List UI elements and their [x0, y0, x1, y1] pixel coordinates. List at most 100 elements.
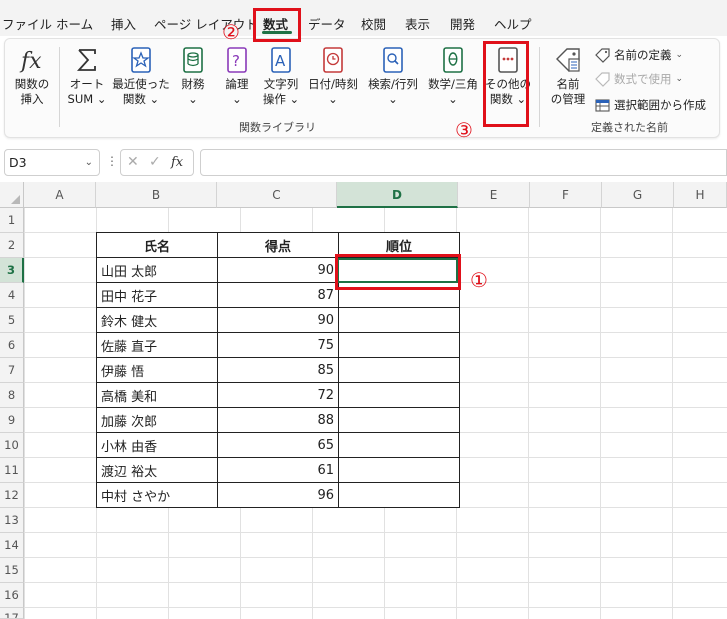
name-manager-button[interactable]: 名前 の管理 — [545, 45, 591, 107]
autosum-button[interactable]: オート SUM ⌄ — [65, 45, 109, 107]
rank-cell[interactable] — [338, 457, 460, 483]
star-book-icon — [131, 47, 151, 73]
tab-page-layout[interactable]: ページ レイアウト — [154, 14, 258, 33]
math-trig-button[interactable]: 数学/三角 ⌄ — [425, 45, 481, 107]
row-header[interactable]: 16 — [0, 583, 24, 608]
column-header-f[interactable]: F — [530, 182, 602, 208]
column-header-b[interactable]: B — [96, 182, 217, 208]
table-row: 高橋 美和 72 — [96, 382, 460, 408]
spreadsheet-grid: A B C D E F G H 1 2 3 4 5 6 7 8 9 10 11 … — [0, 182, 727, 619]
more-options-icon[interactable]: ⋮ — [106, 154, 118, 168]
date-time-button[interactable]: 日付/時刻 ⌄ — [305, 45, 361, 107]
name-cell[interactable]: 伊藤 悟 — [96, 357, 218, 383]
text-functions-button[interactable]: A 文字列 操作 ⌄ — [261, 45, 301, 107]
insert-function-button[interactable]: fx 関数の 挿入 — [11, 45, 53, 107]
row-header[interactable]: 8 — [0, 383, 24, 408]
recently-used-button[interactable]: 最近使った 関数 ⌄ — [111, 45, 171, 107]
score-cell[interactable]: 87 — [217, 282, 339, 308]
financial-book-icon — [183, 47, 203, 73]
rank-cell[interactable] — [338, 307, 460, 333]
rank-cell[interactable] — [338, 332, 460, 358]
row-header[interactable]: 4 — [0, 283, 24, 308]
svg-text:?: ? — [232, 52, 240, 70]
rank-cell[interactable] — [338, 482, 460, 508]
score-cell[interactable]: 90 — [217, 307, 339, 333]
ribbon: fx 関数の 挿入 オート SUM ⌄ 最近使った 関数 ⌄ 財務 ⌄ ? 論理… — [4, 38, 720, 138]
tab-review[interactable]: 校閲 — [361, 14, 386, 33]
tab-insert[interactable]: 挿入 — [111, 14, 136, 33]
row-header[interactable]: 15 — [0, 558, 24, 583]
header-score[interactable]: 得点 — [217, 232, 339, 258]
rank-cell[interactable] — [338, 407, 460, 433]
rank-cell[interactable] — [338, 432, 460, 458]
row-header[interactable]: 10 — [0, 433, 24, 458]
name-cell[interactable]: 田中 花子 — [96, 282, 218, 308]
name-cell[interactable]: 小林 由香 — [96, 432, 218, 458]
menu-bar: ファイル ホーム 挿入 ページ レイアウト 数式 データ 校閲 表示 開発 ヘル… — [0, 0, 727, 36]
rank-cell[interactable] — [338, 382, 460, 408]
score-cell[interactable]: 61 — [217, 457, 339, 483]
row-header[interactable]: 6 — [0, 333, 24, 358]
define-name-button[interactable]: 名前の定義 ⌄ — [595, 47, 683, 63]
row-header[interactable]: 13 — [0, 508, 24, 533]
tab-data[interactable]: データ — [308, 14, 346, 33]
score-cell[interactable]: 85 — [217, 357, 339, 383]
function-library-group-label: 関数ライブラリ — [239, 121, 316, 134]
score-cell[interactable]: 88 — [217, 407, 339, 433]
row-header[interactable]: 7 — [0, 358, 24, 383]
rank-cell[interactable] — [338, 357, 460, 383]
fx-icon: fx — [19, 49, 42, 74]
row-header[interactable]: 5 — [0, 308, 24, 333]
cancel-icon[interactable]: ✕ — [127, 154, 139, 170]
step1-marker: ① — [470, 268, 488, 292]
search-book-icon — [383, 47, 403, 73]
score-cell[interactable]: 90 — [217, 257, 339, 283]
name-cell[interactable]: 山田 太郎 — [96, 257, 218, 283]
row-header[interactable]: 11 — [0, 458, 24, 483]
enter-icon[interactable]: ✓ — [149, 154, 161, 170]
lookup-reference-button[interactable]: 検索/行列 ⌄ — [365, 45, 421, 107]
row-header[interactable]: 14 — [0, 533, 24, 558]
create-from-selection-icon — [595, 98, 610, 112]
score-cell[interactable]: 75 — [217, 332, 339, 358]
column-header-h[interactable]: H — [674, 182, 727, 208]
header-name[interactable]: 氏名 — [96, 232, 218, 258]
row-header[interactable]: 2 — [0, 233, 24, 258]
name-cell[interactable]: 佐藤 直子 — [96, 332, 218, 358]
financial-button[interactable]: 財務 ⌄ — [175, 45, 211, 107]
use-in-formula-button[interactable]: 数式で使用 ⌄ — [595, 71, 683, 87]
score-cell[interactable]: 65 — [217, 432, 339, 458]
step3-marker: ③ — [455, 118, 473, 142]
row-header[interactable]: 9 — [0, 408, 24, 433]
name-cell[interactable]: 鈴木 健太 — [96, 307, 218, 333]
tab-file[interactable]: ファイル — [2, 14, 52, 33]
tab-help[interactable]: ヘルプ — [494, 14, 532, 33]
column-header-c[interactable]: C — [217, 182, 337, 208]
name-cell[interactable]: 加藤 次郎 — [96, 407, 218, 433]
column-header-g[interactable]: G — [602, 182, 674, 208]
column-header-d[interactable]: D — [337, 182, 458, 208]
row-header[interactable]: 3 — [0, 258, 24, 283]
tab-view[interactable]: 表示 — [405, 14, 430, 33]
row-header[interactable]: 12 — [0, 483, 24, 508]
tab-developer[interactable]: 開発 — [450, 14, 475, 33]
name-cell[interactable]: 中村 さやか — [96, 482, 218, 508]
create-from-selection-button[interactable]: 選択範囲から作成 — [595, 97, 706, 113]
score-cell[interactable]: 96 — [217, 482, 339, 508]
insert-function-fx-icon[interactable]: fx — [171, 155, 183, 170]
select-all-corner[interactable] — [0, 182, 24, 208]
row-header[interactable]: 1 — [0, 208, 24, 233]
name-cell[interactable]: 高橋 美和 — [96, 382, 218, 408]
tab-home[interactable]: ホーム — [56, 14, 93, 33]
name-box-value: D3 — [9, 155, 27, 170]
step1-highlight-cell-d3 — [335, 254, 461, 290]
name-box[interactable]: D3 ⌄ — [4, 149, 100, 176]
name-cell[interactable]: 渡辺 裕太 — [96, 457, 218, 483]
score-cell[interactable]: 72 — [217, 382, 339, 408]
column-header-e[interactable]: E — [458, 182, 530, 208]
logical-button[interactable]: ? 論理 ⌄ — [219, 45, 255, 107]
column-header-a[interactable]: A — [24, 182, 96, 208]
ribbon-separator — [59, 47, 60, 127]
row-header[interactable]: 17 — [0, 608, 24, 619]
formula-input[interactable] — [200, 149, 727, 176]
